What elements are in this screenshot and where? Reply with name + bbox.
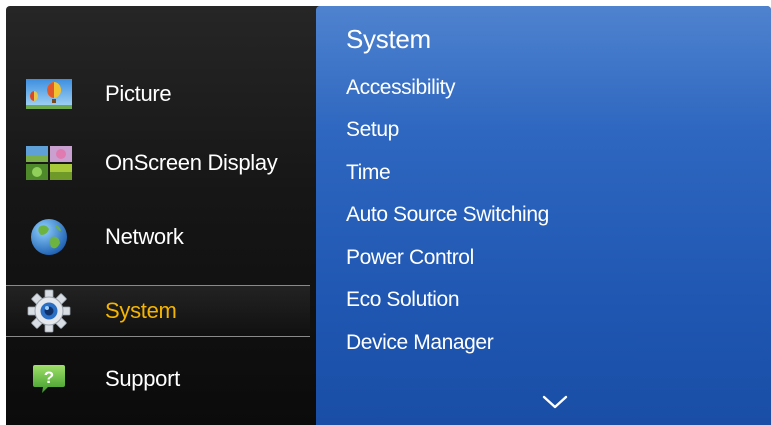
main-menu: Picture OnScreen Display Network System … <box>6 6 316 425</box>
menu-item-label: Picture <box>105 81 172 106</box>
menu-item-label: Support <box>105 366 180 391</box>
submenu-title: System <box>346 24 431 54</box>
svg-text:?: ? <box>44 368 54 387</box>
network-globe-icon <box>24 217 74 257</box>
menu-item-picture[interactable]: Picture <box>6 69 310 119</box>
menu-item-network[interactable]: Network <box>6 212 310 262</box>
submenu-item-auto-source-switching[interactable]: Auto Source Switching <box>346 203 549 227</box>
menu-item-label: System <box>105 298 177 323</box>
submenu-item-device-manager[interactable]: Device Manager <box>346 331 494 355</box>
onscreen-display-icon <box>24 143 74 183</box>
menu-item-support[interactable]: ? Support <box>6 354 310 404</box>
submenu-item-time[interactable]: Time <box>346 161 391 185</box>
system-submenu-panel: System Accessibility Setup Time Auto Sou… <box>316 6 771 425</box>
menu-item-onscreen-display[interactable]: OnScreen Display <box>6 138 310 188</box>
tv-menu-frame: Picture OnScreen Display Network System … <box>6 6 771 425</box>
support-question-icon: ? <box>24 359 74 399</box>
submenu-item-eco-solution[interactable]: Eco Solution <box>346 288 460 312</box>
submenu-item-power-control[interactable]: Power Control <box>346 246 474 270</box>
system-gear-icon <box>24 289 74 333</box>
menu-item-system[interactable]: System <box>6 285 310 337</box>
submenu-item-setup[interactable]: Setup <box>346 118 399 142</box>
submenu-item-accessibility[interactable]: Accessibility <box>346 76 456 100</box>
menu-item-label: Network <box>105 224 184 249</box>
picture-icon <box>24 74 74 114</box>
chevron-down-icon[interactable] <box>540 392 570 412</box>
menu-item-label: OnScreen Display <box>105 150 278 175</box>
